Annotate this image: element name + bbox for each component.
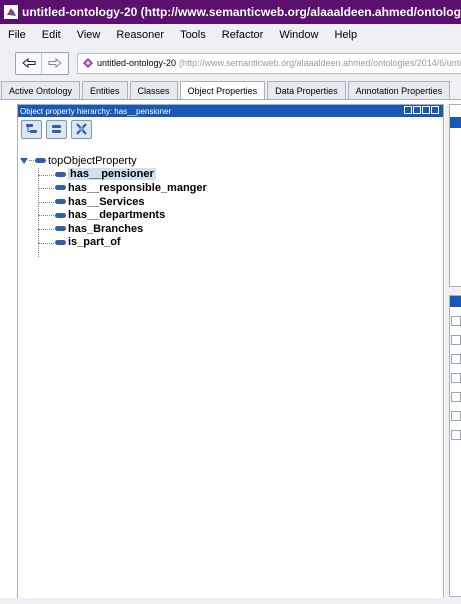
tree-node-label: has__responsible_manger bbox=[68, 181, 207, 194]
menu-view[interactable]: View bbox=[69, 29, 109, 41]
tree-node-label: topObjectProperty bbox=[48, 154, 137, 167]
add-sibling-property-button[interactable] bbox=[46, 119, 67, 139]
characteristic-checkbox[interactable] bbox=[451, 354, 461, 364]
ontology-name: untitled-ontology-20 bbox=[97, 58, 177, 68]
object-property-icon bbox=[55, 185, 66, 191]
object-property-icon bbox=[55, 171, 66, 177]
ontology-diamond-icon bbox=[83, 58, 93, 68]
forward-arrow-icon bbox=[48, 58, 62, 68]
tree-node-has-branches[interactable]: has_Branches bbox=[18, 222, 443, 236]
characteristic-checkbox[interactable] bbox=[451, 430, 461, 440]
tree-node-label: has_Branches bbox=[68, 222, 144, 235]
panel-maximize-icon[interactable] bbox=[413, 106, 421, 114]
add-subproperty-icon bbox=[26, 124, 37, 133]
characteristics-panel-header bbox=[450, 296, 461, 307]
tab-active-ontology[interactable]: Active Ontology bbox=[1, 81, 81, 99]
tree-node-top-object-property[interactable]: topObjectProperty bbox=[18, 154, 443, 168]
tree-node-label: is_part_of bbox=[68, 236, 121, 249]
tree-node-label: has__departments bbox=[68, 209, 166, 222]
tree-node-label: has__Services bbox=[68, 195, 145, 208]
tab-bar: Active Ontology Entities Classes Object … bbox=[0, 80, 461, 100]
expand-toggle-icon[interactable] bbox=[20, 157, 28, 165]
delete-property-button[interactable] bbox=[71, 119, 92, 139]
panel-window-controls bbox=[404, 106, 439, 114]
characteristic-checkbox[interactable] bbox=[451, 392, 461, 402]
annotations-panel-clipped bbox=[449, 104, 461, 287]
panel-float-icon[interactable] bbox=[404, 106, 412, 114]
menu-edit[interactable]: Edit bbox=[34, 29, 69, 41]
characteristic-checkbox[interactable] bbox=[451, 411, 461, 421]
ontology-address-field[interactable]: untitled-ontology-20 (http://www.semanti… bbox=[77, 52, 461, 74]
menu-bar: File Edit View Reasoner Tools Refactor W… bbox=[0, 24, 461, 46]
protege-app-icon bbox=[4, 5, 18, 19]
panel-header: Object property hierarchy: has__pensione… bbox=[18, 105, 443, 117]
panel-header-title: Object property hierarchy: has__pensione… bbox=[20, 106, 172, 116]
tab-data-properties[interactable]: Data Properties bbox=[267, 81, 346, 99]
menu-refactor[interactable]: Refactor bbox=[214, 29, 272, 41]
characteristic-checkbox[interactable] bbox=[451, 373, 461, 383]
tree-connector bbox=[29, 160, 34, 162]
panel-restore-icon[interactable] bbox=[422, 106, 430, 114]
annotations-panel-header bbox=[450, 117, 461, 128]
object-property-icon bbox=[55, 239, 66, 245]
object-property-icon bbox=[55, 199, 66, 205]
menu-file[interactable]: File bbox=[0, 29, 34, 41]
tree-node-has-services[interactable]: has__Services bbox=[18, 195, 443, 209]
hierarchy-toolbar bbox=[18, 117, 443, 141]
tab-annotation-properties[interactable]: Annotation Properties bbox=[347, 81, 451, 99]
tree-connector bbox=[38, 215, 54, 217]
menu-reasoner[interactable]: Reasoner bbox=[108, 29, 172, 41]
back-button[interactable] bbox=[16, 53, 41, 74]
property-tree: topObjectProperty has__pensioner has__re… bbox=[18, 141, 443, 257]
tree-connector bbox=[38, 188, 54, 190]
characteristic-checkbox[interactable] bbox=[451, 335, 461, 345]
tree-connector bbox=[38, 228, 54, 230]
tree-node-has-pensioner[interactable]: has__pensioner bbox=[18, 168, 443, 182]
tree-connector bbox=[38, 174, 54, 176]
annotations-tab-clipped[interactable] bbox=[450, 105, 461, 117]
tree-node-label: has__pensioner bbox=[68, 168, 156, 181]
panel-close-icon[interactable] bbox=[431, 106, 439, 114]
nav-buttons bbox=[15, 51, 69, 75]
tab-object-properties[interactable]: Object Properties bbox=[179, 81, 266, 99]
object-property-hierarchy-panel: Object property hierarchy: has__pensione… bbox=[17, 104, 444, 600]
tree-connector bbox=[38, 242, 54, 244]
delete-property-icon bbox=[76, 123, 87, 135]
tree-node-has-departments[interactable]: has__departments bbox=[18, 208, 443, 222]
window-bottom-border bbox=[0, 598, 461, 604]
tab-entities[interactable]: Entities bbox=[82, 81, 128, 99]
menu-help[interactable]: Help bbox=[326, 29, 365, 41]
menu-tools[interactable]: Tools bbox=[172, 29, 214, 41]
window-title: untitled-ontology-20 (http://www.semanti… bbox=[22, 5, 461, 19]
tab-classes[interactable]: Classes bbox=[129, 81, 178, 99]
right-side-panels bbox=[445, 104, 461, 598]
back-arrow-icon bbox=[21, 58, 35, 68]
window-titlebar: untitled-ontology-20 (http://www.semanti… bbox=[0, 0, 461, 24]
menu-window[interactable]: Window bbox=[271, 29, 326, 41]
add-subproperty-button[interactable] bbox=[21, 119, 42, 139]
object-property-icon bbox=[55, 212, 66, 218]
characteristics-panel-clipped bbox=[449, 295, 461, 597]
add-sibling-property-icon bbox=[52, 125, 61, 133]
tree-node-has-responsible-manger[interactable]: has__responsible_manger bbox=[18, 181, 443, 195]
forward-button[interactable] bbox=[41, 52, 67, 74]
tree-node-is-part-of[interactable]: is_part_of bbox=[18, 236, 443, 250]
object-property-icon bbox=[55, 226, 66, 232]
tree-connector bbox=[38, 201, 54, 203]
object-property-icon bbox=[35, 158, 46, 164]
characteristic-checkbox[interactable] bbox=[451, 316, 461, 326]
ontology-iri: (http://www.semanticweb.org/alaaaldeen.a… bbox=[179, 58, 461, 68]
address-bar: untitled-ontology-20 (http://www.semanti… bbox=[0, 46, 461, 80]
